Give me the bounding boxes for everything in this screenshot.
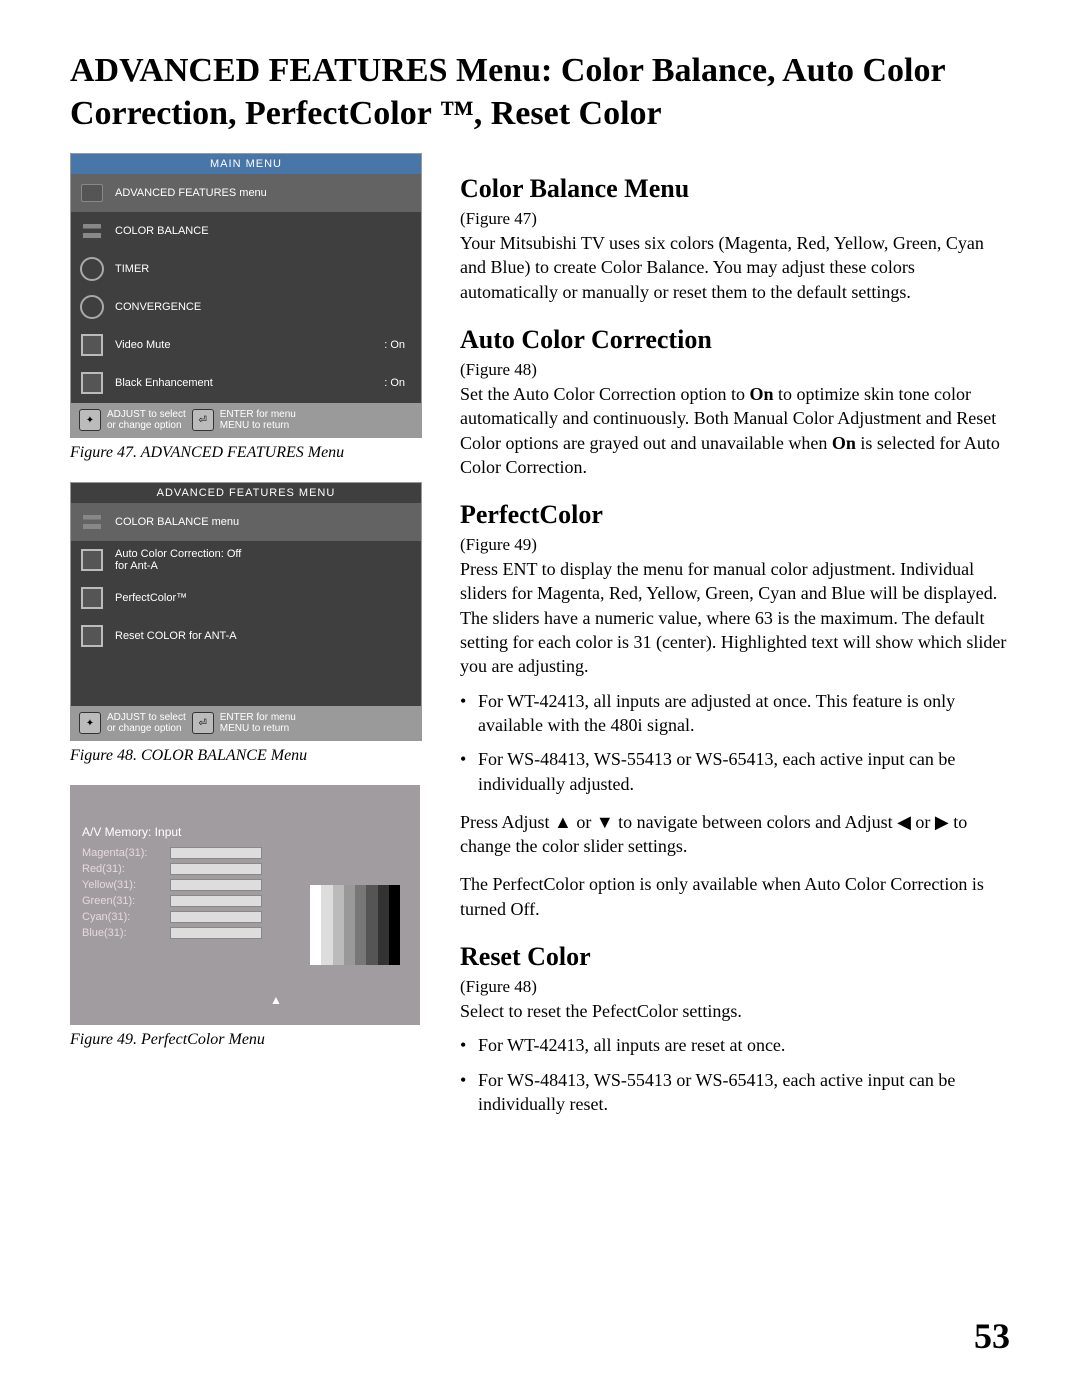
bullet-item: •For WT-42413, all inputs are adjusted a…: [460, 689, 1010, 738]
figure-47-screenshot: MAIN MENU ADVANCED FEATURES menu COLOR B…: [70, 153, 422, 438]
menu-item: COLOR BALANCE: [71, 212, 421, 250]
menu-item: Reset COLOR for ANT-A: [71, 617, 421, 655]
target-icon: [80, 295, 104, 319]
menu-item: PerfectColor™: [71, 579, 421, 617]
menu-footer: ✦ ADJUST to select or change option ⏎ EN…: [71, 403, 421, 437]
figure-49-screenshot: A/V Memory: Input Magenta(31): Red(31): …: [70, 785, 420, 1025]
av-memory-label: A/V Memory: Input: [70, 785, 420, 845]
bars-icon: [83, 224, 101, 238]
box-icon: [81, 372, 103, 394]
clock-icon: [80, 257, 104, 281]
box-icon: [81, 625, 103, 647]
menu-item: CONVERGENCE: [71, 288, 421, 326]
figure-ref: (Figure 49): [460, 534, 1010, 557]
adjust-icon: ✦: [79, 712, 101, 734]
enter-icon: ⏎: [192, 712, 214, 734]
enter-icon: ⏎: [192, 409, 214, 431]
page-number: 53: [974, 1315, 1010, 1357]
body-text: Press ENT to display the menu for manual…: [460, 557, 1010, 678]
menu-title: MAIN MENU: [71, 154, 421, 174]
bullet-item: •For WT-42413, all inputs are reset at o…: [460, 1033, 1010, 1057]
figure-ref: (Figure 48): [460, 359, 1010, 382]
section-heading-auto-color: Auto Color Correction: [460, 322, 1010, 357]
slider-row: Magenta(31):: [70, 845, 420, 861]
tv-icon: [81, 184, 103, 202]
section-heading-color-balance: Color Balance Menu: [460, 171, 1010, 206]
menu-footer: ✦ ADJUST to select or change option ⏎ EN…: [71, 706, 421, 740]
page-title: ADVANCED FEATURES Menu: Color Balance, A…: [70, 50, 1010, 135]
menu-item: COLOR BALANCE menu: [71, 503, 421, 541]
menu-title: ADVANCED FEATURES MENU: [71, 483, 421, 503]
body-text: The PerfectColor option is only availabl…: [460, 872, 1010, 921]
menu-item: TIMER: [71, 250, 421, 288]
figure-48-caption: Figure 48. COLOR BALANCE Menu: [70, 747, 420, 765]
figure-47-caption: Figure 47. ADVANCED FEATURES Menu: [70, 444, 420, 462]
bullet-item: •For WS-48413, WS-55413 or WS-65413, eac…: [460, 1068, 1010, 1117]
bullet-item: •For WS-48413, WS-55413 or WS-65413, eac…: [460, 747, 1010, 796]
box-icon: [81, 549, 103, 571]
menu-item: Video Mute: On: [71, 326, 421, 364]
box-icon: [81, 587, 103, 609]
arrow-up-icon: ▲: [270, 993, 282, 1007]
adjust-icon: ✦: [79, 409, 101, 431]
menu-item: Black Enhancement: On: [71, 364, 421, 402]
slider-row: Red(31):: [70, 861, 420, 877]
figure-ref: (Figure 47): [460, 208, 1010, 231]
color-bars-icon: [310, 885, 400, 965]
section-heading-reset-color: Reset Color: [460, 939, 1010, 974]
section-heading-perfectcolor: PerfectColor: [460, 497, 1010, 532]
body-text: Your Mitsubishi TV uses six colors (Mage…: [460, 231, 1010, 304]
bars-icon: [83, 515, 101, 529]
menu-item: Auto Color Correction: Off for Ant-A: [71, 541, 421, 579]
body-text: Press Adjust ▲ or ▼ to navigate between …: [460, 810, 1010, 859]
menu-item: ADVANCED FEATURES menu: [71, 174, 421, 212]
body-text: Set the Auto Color Correction option to …: [460, 382, 1010, 479]
figure-49-caption: Figure 49. PerfectColor Menu: [70, 1031, 420, 1049]
figure-ref: (Figure 48): [460, 976, 1010, 999]
box-icon: [81, 334, 103, 356]
body-text: Select to reset the PefectColor settings…: [460, 999, 1010, 1023]
figure-48-screenshot: ADVANCED FEATURES MENU COLOR BALANCE men…: [70, 482, 422, 741]
